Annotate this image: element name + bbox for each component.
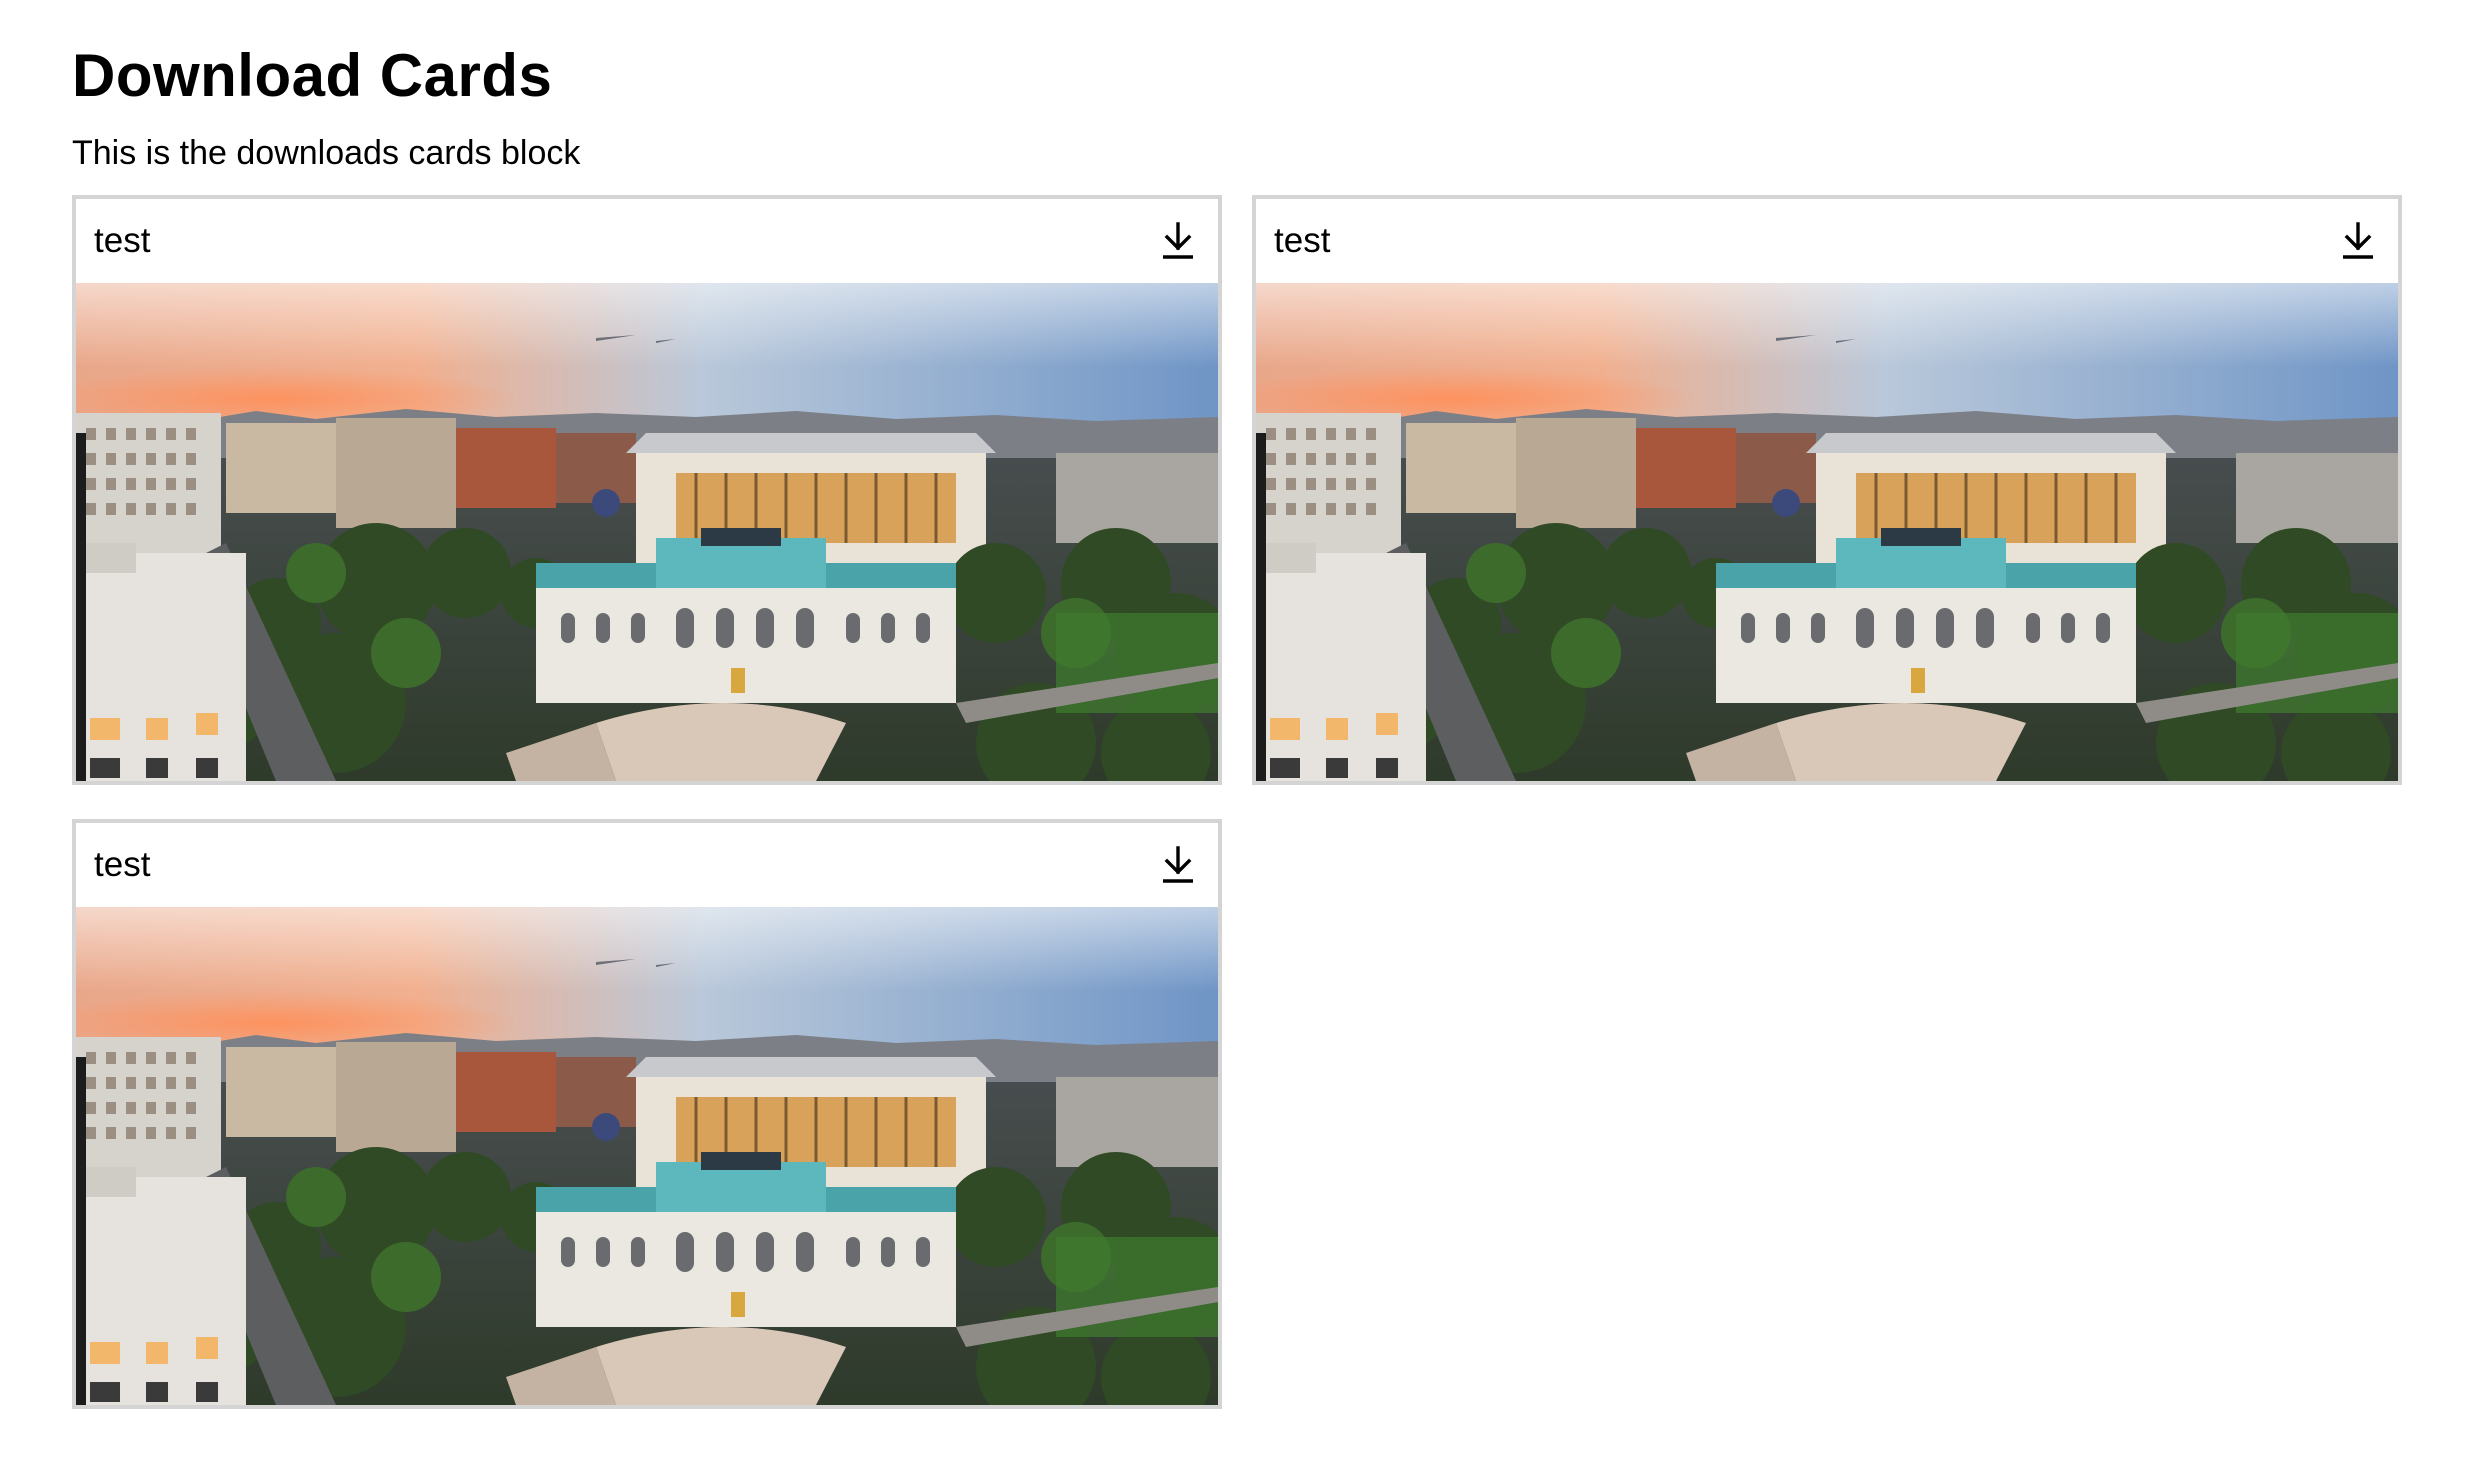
download-card: test — [72, 819, 1222, 1409]
download-button[interactable] — [1156, 841, 1200, 889]
download-card: test — [72, 195, 1222, 785]
page-title: Download Cards — [72, 42, 553, 109]
card-header: test — [76, 199, 1218, 283]
card-header: test — [76, 823, 1218, 907]
card-title: test — [94, 845, 151, 884]
download-card: test — [1252, 195, 2402, 785]
download-icon — [1163, 222, 1193, 259]
card-image — [76, 283, 1218, 781]
download-button[interactable] — [2336, 217, 2380, 265]
page-description: This is the downloads cards block — [72, 134, 581, 172]
page: Download Cards This is the downloads car… — [0, 0, 2466, 1476]
card-title: test — [1274, 221, 1331, 260]
download-icon — [2343, 222, 2373, 259]
card-header: test — [1256, 199, 2398, 283]
download-button[interactable] — [1156, 217, 1200, 265]
card-image — [1256, 283, 2398, 781]
card-title: test — [94, 221, 151, 260]
card-image — [76, 907, 1218, 1405]
download-icon — [1163, 846, 1193, 883]
